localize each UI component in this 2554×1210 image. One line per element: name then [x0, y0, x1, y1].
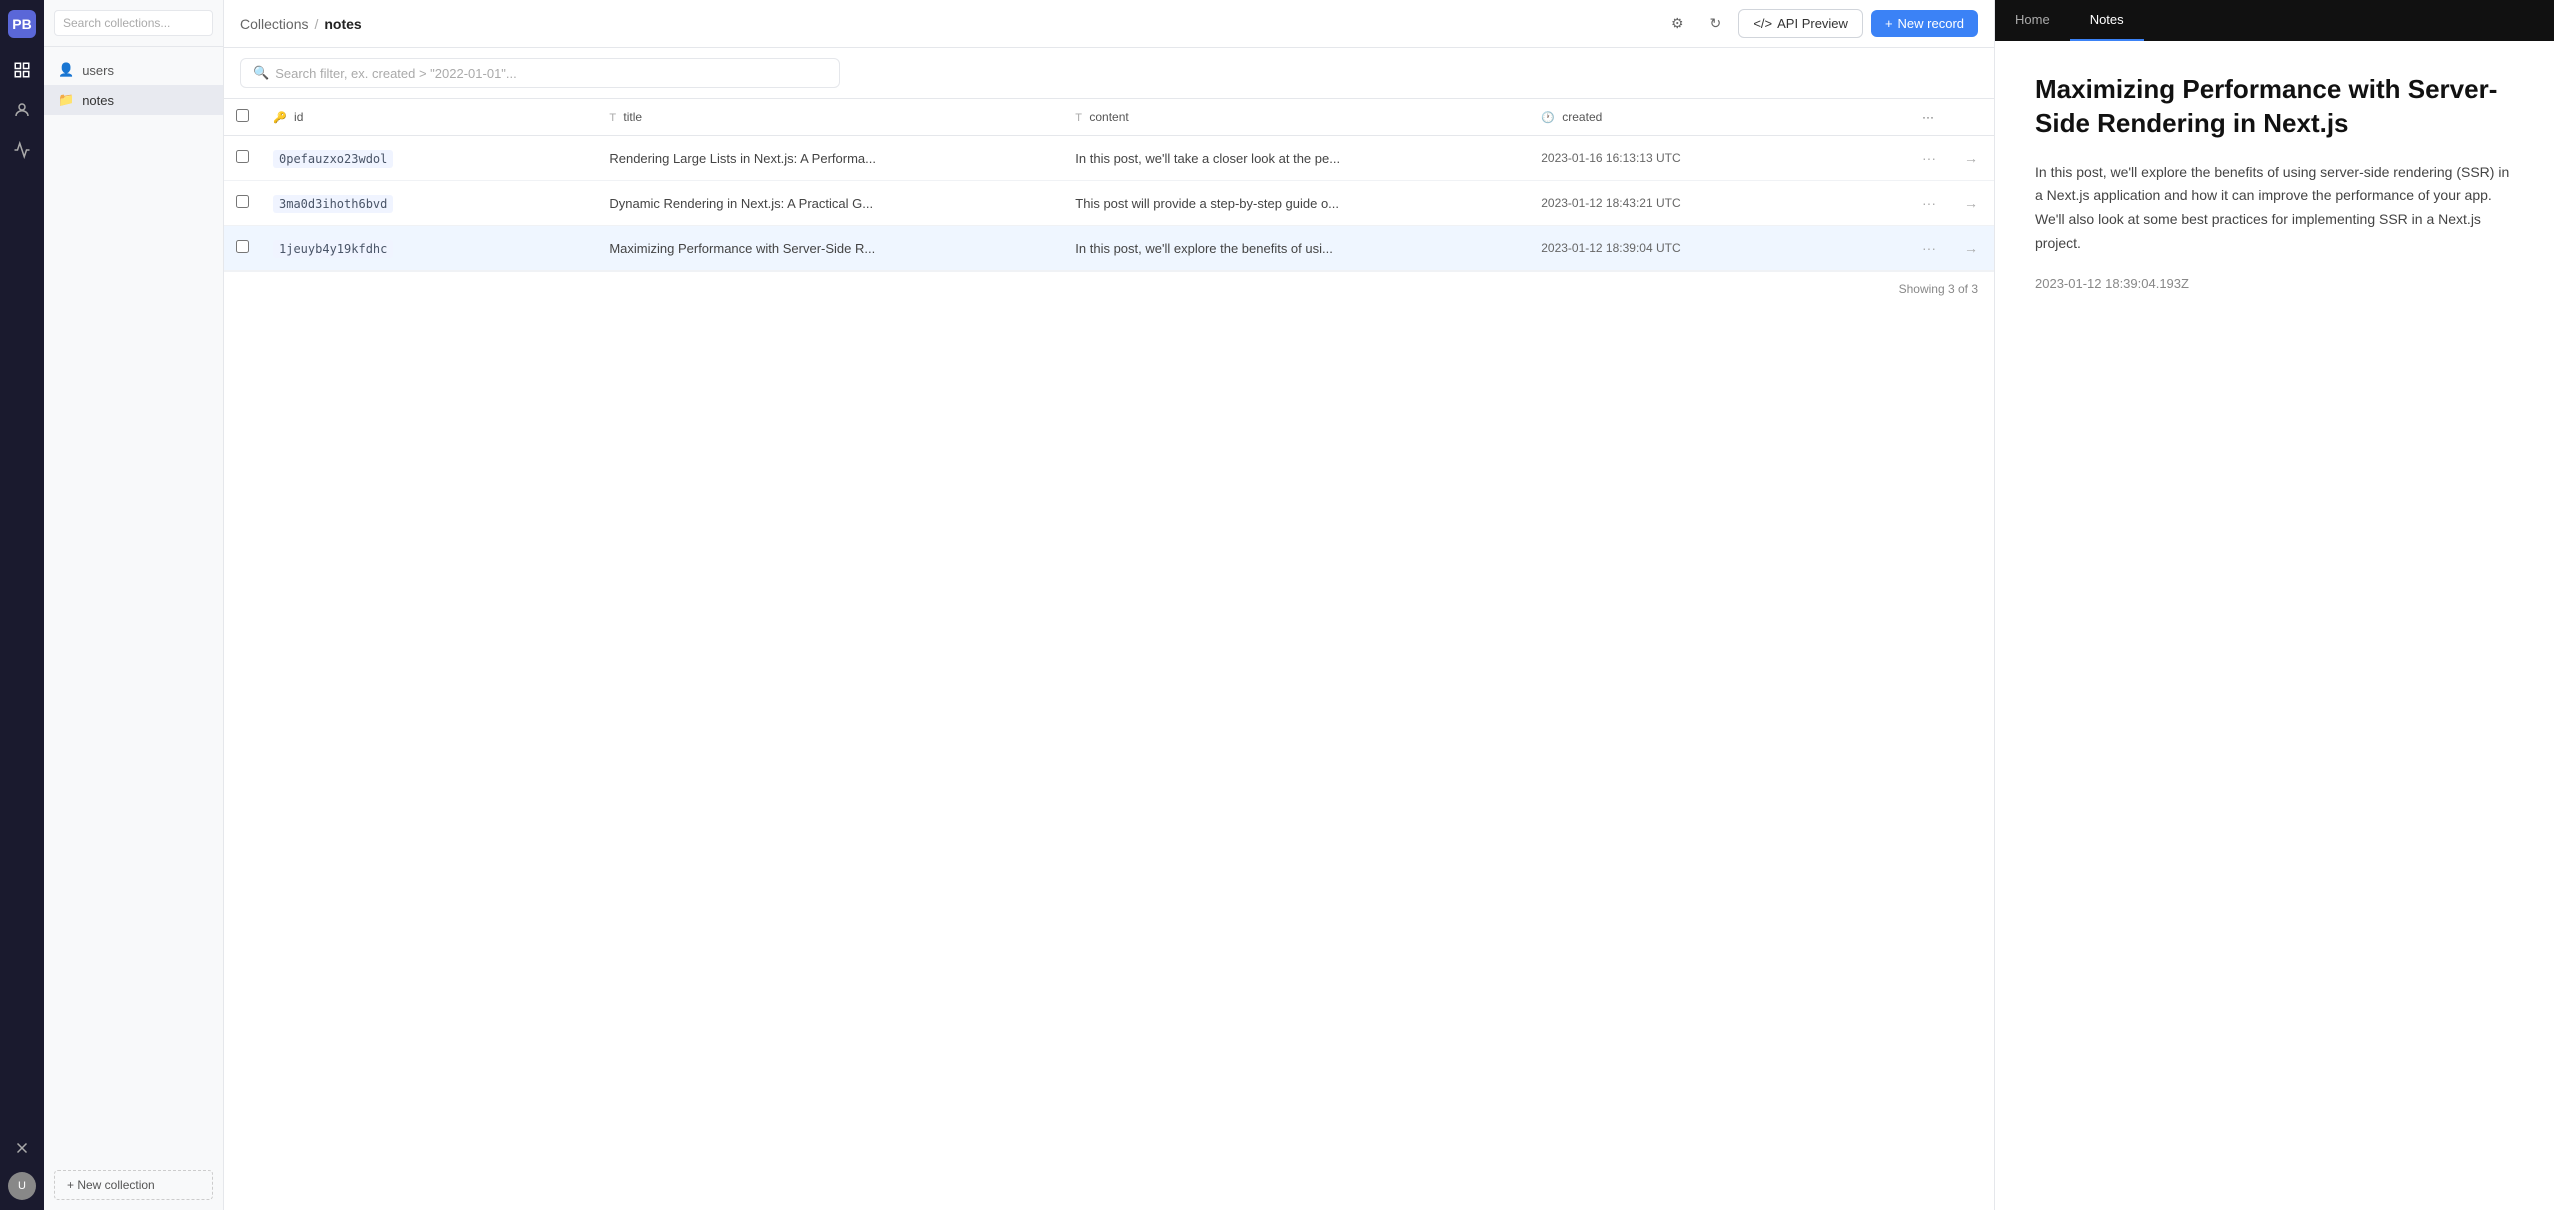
- row-id: 0pefauzxo23wdol: [261, 136, 597, 181]
- row-content: In this post, we'll take a closer look a…: [1063, 136, 1529, 181]
- notes-collection-icon: 📁: [58, 92, 74, 108]
- breadcrumb-separator: /: [314, 16, 318, 32]
- row-created: 2023-01-12 18:43:21 UTC: [1529, 181, 1910, 226]
- row-expand-button[interactable]: →: [1960, 146, 1982, 170]
- collections-sidebar: 👤 users 📁 notes + New collection: [44, 0, 224, 1210]
- table-row[interactable]: 0pefauzxo23wdol Rendering Large Lists in…: [224, 136, 1994, 181]
- sidebar-item-notes-label: notes: [82, 93, 114, 108]
- right-panel: Home Notes Maximizing Performance with S…: [1994, 0, 2554, 1210]
- right-panel-header: Home Notes: [1995, 0, 2554, 41]
- app-logo: PB: [8, 10, 36, 38]
- settings-button[interactable]: ⚙: [1662, 9, 1692, 39]
- row-checkbox-cell: [224, 181, 261, 226]
- new-record-label: New record: [1898, 16, 1964, 31]
- sidebar-item-notes[interactable]: 📁 notes: [44, 85, 223, 115]
- table-container: 🔑 id T title T content 🕐 created: [224, 99, 1994, 1210]
- table-row[interactable]: 3ma0d3ihoth6bvd Dynamic Rendering in Nex…: [224, 181, 1994, 226]
- showing-text: Showing 3 of 3: [224, 271, 1994, 306]
- breadcrumb-root: Collections: [240, 16, 308, 32]
- new-record-button[interactable]: + New record: [1871, 10, 1978, 37]
- select-all-checkbox[interactable]: [236, 109, 249, 122]
- search-box: [44, 0, 223, 47]
- row-expand-button[interactable]: →: [1960, 236, 1982, 260]
- users-icon[interactable]: [6, 94, 38, 126]
- row-more[interactable]: ···: [1910, 181, 1948, 226]
- row-checkbox[interactable]: [236, 240, 249, 253]
- collections-icon[interactable]: [6, 54, 38, 86]
- table-row[interactable]: 1jeuyb4y19kfdhc Maximizing Performance w…: [224, 226, 1994, 271]
- api-preview-button[interactable]: </> API Preview: [1738, 9, 1863, 38]
- row-checkbox[interactable]: [236, 195, 249, 208]
- row-id: 1jeuyb4y19kfdhc: [261, 226, 597, 271]
- col-arrow: [1948, 99, 1994, 136]
- analytics-icon[interactable]: [6, 134, 38, 166]
- row-title: Rendering Large Lists in Next.js: A Perf…: [597, 136, 1063, 181]
- sidebar-item-users[interactable]: 👤 users: [44, 55, 223, 85]
- row-title: Dynamic Rendering in Next.js: A Practica…: [597, 181, 1063, 226]
- row-arrow[interactable]: →: [1948, 181, 1994, 226]
- row-checkbox-cell: [224, 226, 261, 271]
- main-header: Collections / notes ⚙ ↻ </> API Preview …: [224, 0, 1994, 48]
- close-icon[interactable]: [6, 1132, 38, 1164]
- user-avatar[interactable]: U: [8, 1172, 36, 1200]
- new-collection-label: + New collection: [67, 1178, 155, 1192]
- row-created: 2023-01-12 18:39:04 UTC: [1529, 226, 1910, 271]
- tab-home[interactable]: Home: [1995, 0, 2070, 41]
- row-title: Maximizing Performance with Server-Side …: [597, 226, 1063, 271]
- refresh-button[interactable]: ↻: [1700, 9, 1730, 39]
- col-more: ···: [1910, 99, 1948, 136]
- record-date: 2023-01-12 18:39:04.193Z: [2035, 276, 2514, 291]
- col-created: 🕐 created: [1529, 99, 1910, 136]
- search-collections-input[interactable]: [54, 10, 213, 36]
- row-content: This post will provide a step-by-step gu…: [1063, 181, 1529, 226]
- col-title: T title: [597, 99, 1063, 136]
- code-icon: </>: [1753, 16, 1772, 31]
- table-header: 🔑 id T title T content 🕐 created: [224, 99, 1994, 136]
- row-arrow[interactable]: →: [1948, 136, 1994, 181]
- row-id: 3ma0d3ihoth6bvd: [261, 181, 597, 226]
- users-collection-icon: 👤: [58, 62, 74, 78]
- row-content: In this post, we'll explore the benefits…: [1063, 226, 1529, 271]
- sidebar-item-users-label: users: [82, 63, 114, 78]
- header-actions: ⚙ ↻ </> API Preview + New record: [1662, 9, 1978, 39]
- tab-notes[interactable]: Notes: [2070, 0, 2144, 41]
- new-collection-button[interactable]: + New collection: [54, 1170, 213, 1200]
- filter-input[interactable]: [275, 66, 827, 81]
- plus-icon: +: [1885, 16, 1893, 31]
- api-preview-label: API Preview: [1777, 16, 1848, 31]
- main-content: Collections / notes ⚙ ↻ </> API Preview …: [224, 0, 1994, 1210]
- col-checkbox: [224, 99, 261, 136]
- record-title: Maximizing Performance with Server-Side …: [2035, 73, 2514, 141]
- collections-list: 👤 users 📁 notes: [44, 47, 223, 1160]
- search-icon: 🔍: [253, 65, 269, 81]
- record-body: In this post, we'll explore the benefits…: [2035, 161, 2514, 256]
- row-more[interactable]: ···: [1910, 226, 1948, 271]
- right-panel-content: Maximizing Performance with Server-Side …: [1995, 41, 2554, 1210]
- icon-sidebar: PB U: [0, 0, 44, 1210]
- filter-bar: 🔍: [224, 48, 1994, 99]
- row-checkbox[interactable]: [236, 150, 249, 163]
- records-table: 🔑 id T title T content 🕐 created: [224, 99, 1994, 271]
- table-body: 0pefauzxo23wdol Rendering Large Lists in…: [224, 136, 1994, 271]
- col-content: T content: [1063, 99, 1529, 136]
- row-more[interactable]: ···: [1910, 136, 1948, 181]
- row-arrow[interactable]: →: [1948, 226, 1994, 271]
- filter-input-wrapper: 🔍: [240, 58, 840, 88]
- row-checkbox-cell: [224, 136, 261, 181]
- breadcrumb: Collections / notes: [240, 16, 362, 32]
- col-id: 🔑 id: [261, 99, 597, 136]
- row-created: 2023-01-16 16:13:13 UTC: [1529, 136, 1910, 181]
- breadcrumb-current: notes: [324, 16, 361, 32]
- row-expand-button[interactable]: →: [1960, 191, 1982, 215]
